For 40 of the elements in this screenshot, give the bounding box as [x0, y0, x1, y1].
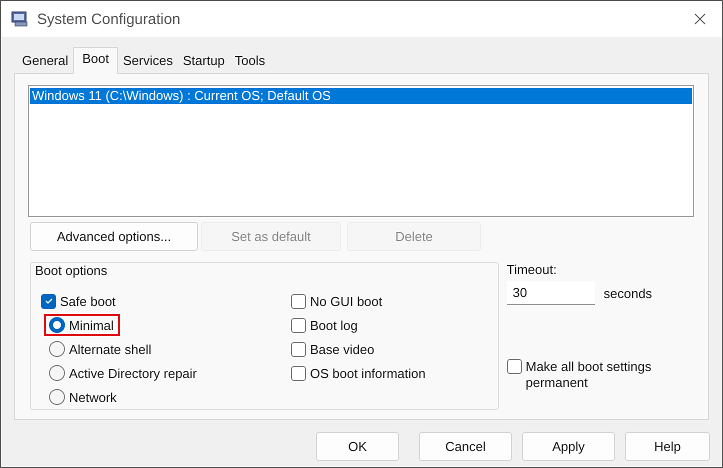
tab[interactable]: Tools — [230, 49, 270, 73]
radio-label: Alternate shell — [69, 342, 152, 356]
group-title: Boot options — [35, 263, 108, 278]
tab[interactable]: Boot — [73, 47, 118, 74]
dialog-button[interactable]: Cancel — [419, 432, 512, 461]
checkbox[interactable] — [291, 318, 306, 332]
checkbox-label: OS boot information — [310, 366, 426, 380]
checkbox-label: Make all boot settings permanent — [526, 359, 652, 391]
radio-button[interactable] — [49, 341, 65, 357]
radio-label: Active Directory repair — [69, 366, 197, 380]
timeout-label: Timeout: — [506, 262, 558, 277]
radio-label: Minimal — [69, 318, 114, 332]
dialog-button[interactable]: Help — [625, 432, 710, 461]
seconds-label: seconds — [604, 286, 652, 300]
checkbox-label: Boot log — [310, 318, 358, 332]
timeout-field[interactable]: 30 — [506, 281, 595, 305]
tab[interactable]: Startup — [178, 49, 230, 73]
check-icon — [44, 296, 54, 306]
radio-button[interactable] — [49, 365, 65, 381]
checkbox-label: Base video — [310, 342, 374, 356]
dialog-button[interactable]: OK — [316, 432, 399, 461]
radio-label: Network — [69, 390, 117, 404]
window-title: System Configuration — [37, 10, 182, 28]
tab[interactable]: General — [17, 49, 74, 73]
checkbox[interactable] — [291, 366, 306, 380]
checkbox-label: No GUI boot — [310, 294, 382, 308]
checkbox[interactable] — [41, 294, 56, 308]
radio-button[interactable] — [49, 317, 65, 333]
checkbox[interactable] — [291, 342, 306, 356]
checkbox[interactable] — [291, 294, 306, 308]
close-icon[interactable] — [694, 13, 706, 25]
checkbox-label: Safe boot — [60, 294, 116, 308]
computer-icon — [11, 10, 29, 28]
dialog-button[interactable]: Apply — [522, 432, 615, 461]
os-entry[interactable]: Windows 11 (C:\Windows) : Current OS; Default OS — [30, 88, 692, 104]
list-button[interactable]: Advanced options... — [30, 222, 198, 251]
radio-button[interactable] — [49, 389, 65, 405]
os-list[interactable]: Windows 11 (C:\Windows) : Current OS; Default OS — [28, 85, 694, 217]
tab[interactable]: Services — [118, 49, 178, 73]
checkbox[interactable] — [506, 359, 522, 374]
